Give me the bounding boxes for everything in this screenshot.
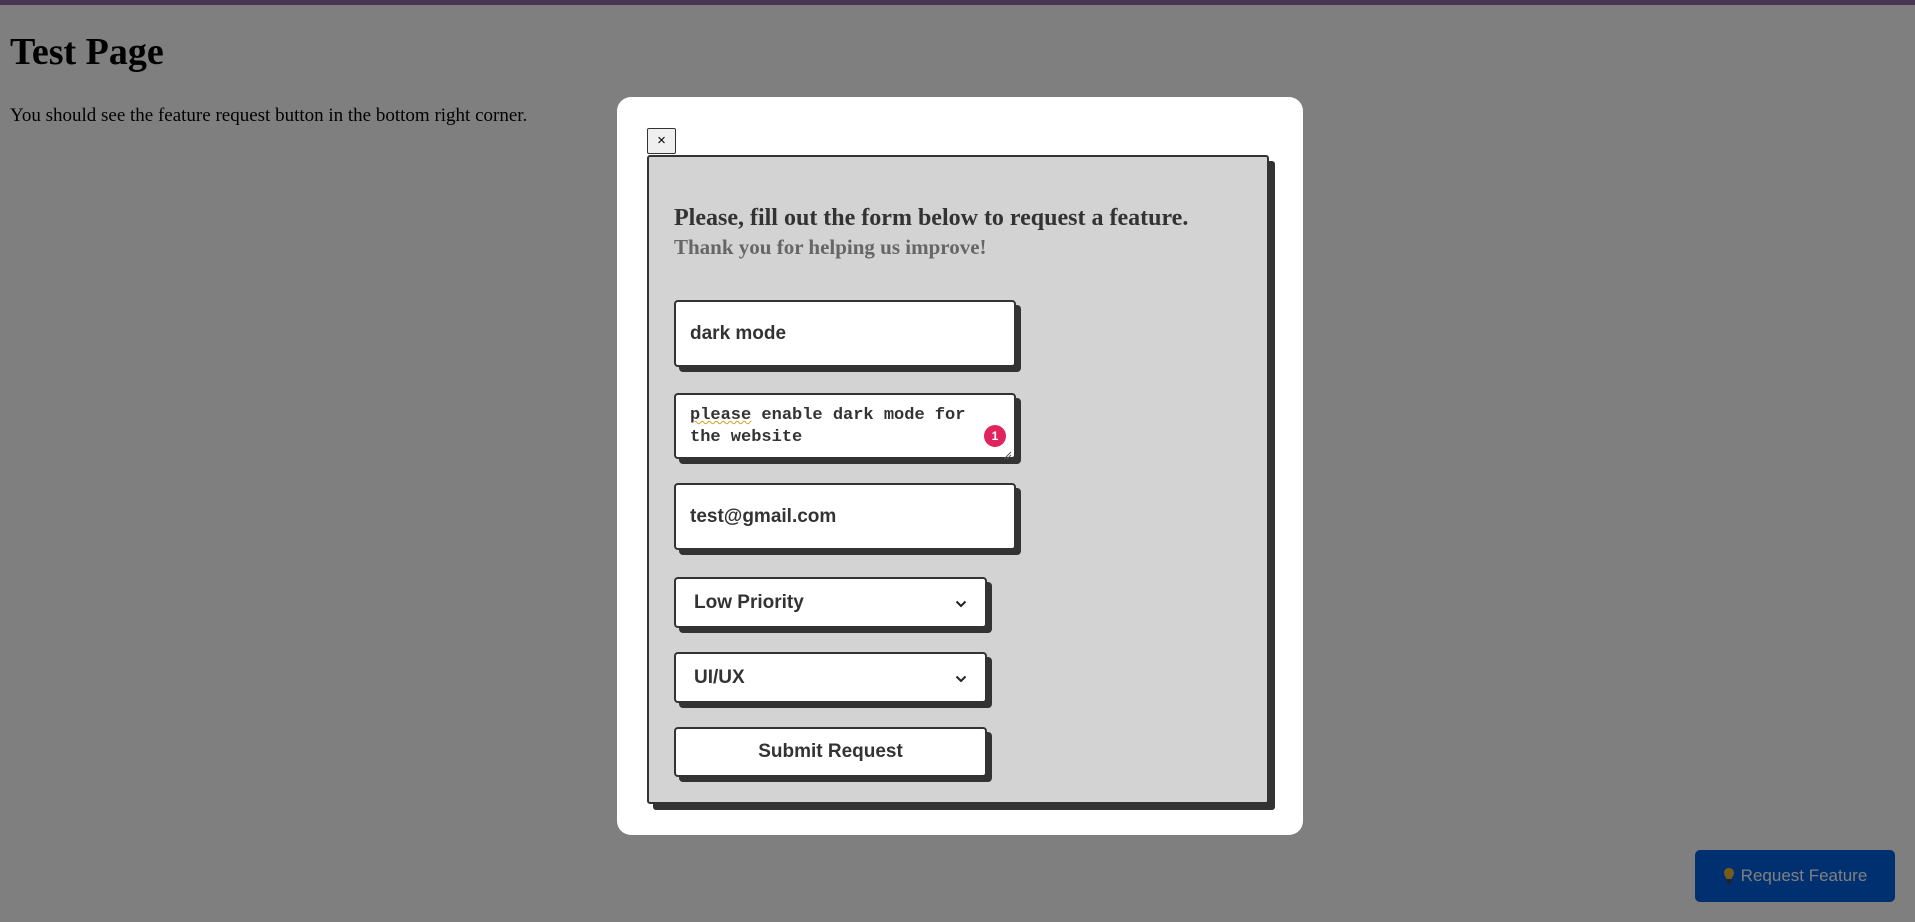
resize-handle-icon[interactable] [1003,446,1012,460]
feature-title-value: dark mode [690,322,787,344]
form-heading: Please, fill out the form below to reque… [674,205,1189,231]
feature-request-form: Please, fill out the form below to reque… [647,155,1269,804]
error-count-badge[interactable]: 1 [984,425,1006,447]
email-input[interactable]: test@gmail.com [674,483,1016,550]
email-value: test@gmail.com [690,505,837,527]
feature-description-textarea[interactable]: please enable dark mode for the website … [674,393,1016,460]
close-button[interactable]: × [647,128,676,154]
chevron-down-icon [955,592,967,614]
priority-value: Low Priority [694,591,804,613]
feature-request-modal: × Please, fill out the form below to req… [617,97,1303,835]
submit-request-button[interactable]: Submit Request [674,727,987,777]
feature-title-input[interactable]: dark mode [674,300,1016,367]
category-value: UI/UX [694,666,745,688]
spellcheck-word: please [690,406,752,425]
chevron-down-icon [955,667,967,689]
category-select[interactable]: UI/UX [674,652,987,703]
priority-select[interactable]: Low Priority [674,577,987,628]
form-subheading: Thank you for helping us improve! [674,235,987,259]
